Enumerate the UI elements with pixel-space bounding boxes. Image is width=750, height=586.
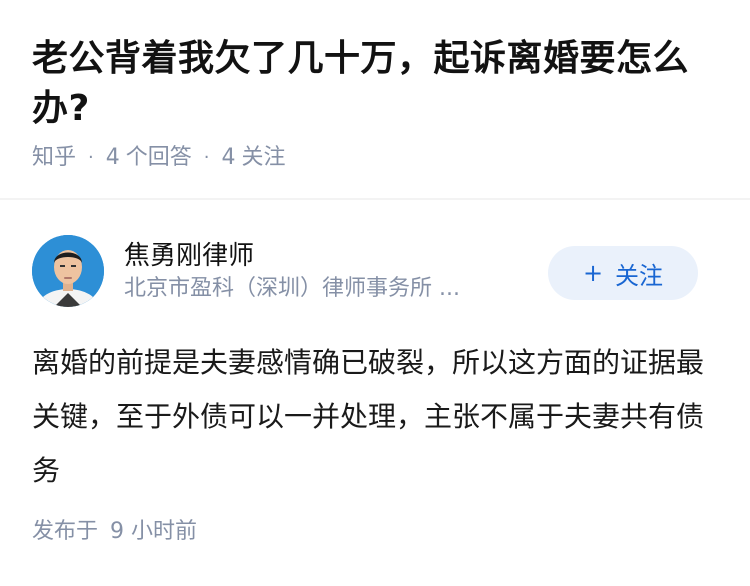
question-title[interactable]: 老公背着我欠了几十万，起诉离婚要怎么办?	[32, 34, 718, 134]
publish-time-value: 9 小时前	[110, 519, 198, 544]
follow-button[interactable]: + 关注	[548, 246, 698, 300]
question-header: 老公背着我欠了几十万，起诉离婚要怎么办? 知乎 · 4 个回答 · 4 关注	[0, 0, 750, 174]
publish-prefix: 发布于	[32, 519, 99, 544]
author-row: 焦勇刚律师 北京市盈科（深圳）律师事务所 ... + 关注	[32, 234, 698, 308]
author-name[interactable]: 焦勇刚律师	[124, 238, 536, 274]
zhihu-question-page: 老公背着我欠了几十万，起诉离婚要怎么办? 知乎 · 4 个回答 · 4 关注 焦…	[0, 0, 750, 586]
avatar[interactable]	[32, 235, 104, 307]
follower-count: 4	[221, 145, 236, 170]
question-meta: 知乎 · 4 个回答 · 4 关注	[32, 142, 718, 174]
section-divider	[0, 198, 750, 200]
follower-count-label: 关注	[241, 145, 286, 170]
source-label[interactable]: 知乎	[32, 142, 76, 174]
answer-count-label: 个回答	[125, 145, 192, 170]
publish-time: 发布于 9 小时前	[32, 516, 197, 548]
meta-separator: ·	[203, 147, 210, 168]
person-icon	[32, 235, 104, 307]
plus-icon: +	[582, 259, 604, 287]
answer-count: 4	[105, 145, 120, 170]
answer-content[interactable]: 离婚的前提是夫妻感情确已破裂，所以这方面的证据最关键，至于外债可以一并处理，主张…	[32, 336, 710, 498]
meta-separator: ·	[88, 147, 94, 168]
author-info: 焦勇刚律师 北京市盈科（深圳）律师事务所 ...	[124, 238, 536, 304]
author-organization: 北京市盈科（深圳）律师事务所 ...	[124, 276, 460, 301]
follow-button-label: 关注	[615, 261, 664, 290]
answer-card: 焦勇刚律师 北京市盈科（深圳）律师事务所 ... + 关注	[32, 234, 698, 308]
